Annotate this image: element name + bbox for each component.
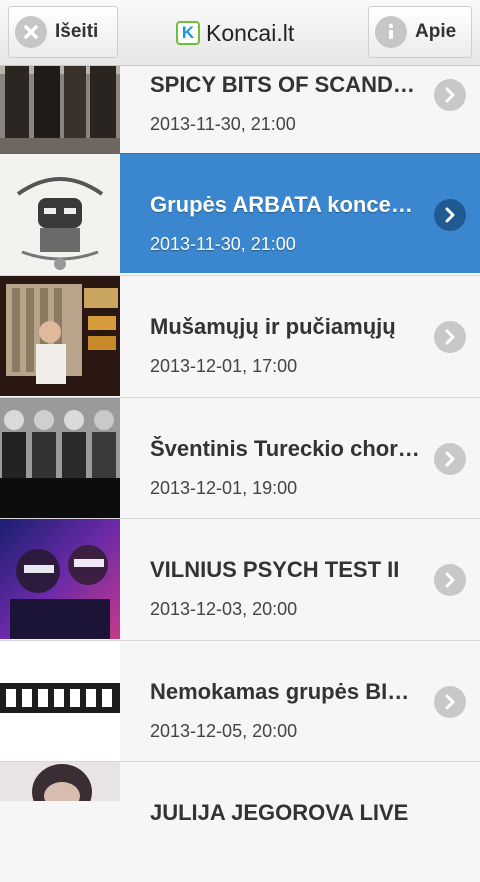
event-title: SPICY BITS OF SCANDINAVIA [150,72,420,97]
event-list-item[interactable]: Mušamųjų ir pučiamųjų 2013-12-01, 17:00 [0,275,480,396]
chevron-right-icon[interactable] [434,321,466,353]
event-thumbnail [0,762,120,882]
chevron-right-icon[interactable] [434,564,466,596]
event-thumbnail [0,519,120,639]
event-thumbnail [0,398,120,518]
event-datetime: 2013-12-01, 19:00 [150,478,298,498]
chevron-right-icon[interactable] [434,686,466,718]
event-datetime: 2013-11-30, 21:00 [150,114,296,134]
event-list-item-selected[interactable]: Grupės ARBATA koncertas 2013-11-30, 21:0… [0,153,480,274]
brand-logo-icon: K [176,21,200,45]
chevron-right-icon[interactable] [434,443,466,475]
event-list-item[interactable]: Šventinis Tureckio choras 2013-12-01, 19… [0,397,480,518]
app-brand: K Koncai.lt [176,16,294,50]
close-icon [15,16,47,48]
event-list-item[interactable]: Nemokamas grupės BIGSURAS 2013-12-05, 20… [0,640,480,761]
event-thumbnail [0,276,120,396]
about-button[interactable]: Apie [368,6,472,58]
exit-button-label: Išeiti [55,21,99,42]
event-datetime: 2013-11-30, 21:00 [150,234,296,254]
event-thumbnail [0,641,120,761]
event-datetime: 2013-12-01, 17:00 [150,356,298,376]
event-thumbnail [0,154,120,274]
app-header: Išeiti K Koncai.lt Apie [0,0,480,66]
chevron-right-icon[interactable] [434,79,466,111]
exit-button[interactable]: Išeiti [8,6,118,58]
event-title: Mušamųjų ir pučiamųjų [150,314,396,339]
info-icon [375,16,407,48]
event-list-item[interactable]: VILNIUS PSYCH TEST II 2013-12-03, 20:00 [0,518,480,639]
app-title: Koncai.lt [206,19,295,46]
event-title: Grupės ARBATA koncertas [150,192,420,217]
event-datetime: 2013-12-03, 20:00 [150,599,298,619]
event-title: JULIJA JEGOROVA LIVE [150,800,409,825]
event-datetime: 2013-12-05, 20:00 [150,721,298,741]
event-title: VILNIUS PSYCH TEST II [150,557,400,582]
chevron-right-icon[interactable] [434,199,466,231]
event-title: Nemokamas grupės BIGSURAS [150,679,420,704]
event-list-item[interactable]: JULIJA JEGOROVA LIVE [0,761,480,881]
about-button-label: Apie [415,21,457,42]
event-title: Šventinis Tureckio choras [150,436,420,461]
